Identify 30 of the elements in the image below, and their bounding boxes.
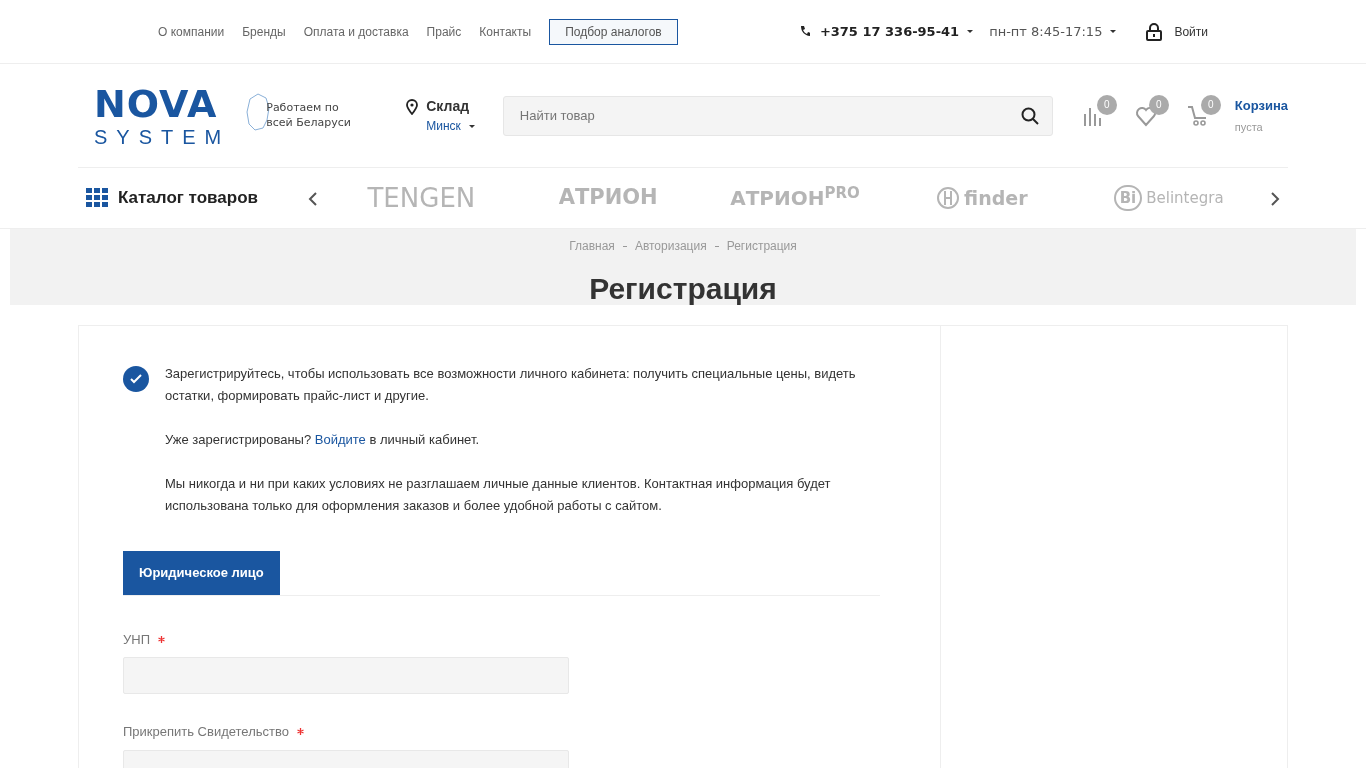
nav-link[interactable]: Контакты	[479, 22, 532, 41]
region-note: Работаем по всей Беларуси	[266, 101, 352, 130]
catalog-link[interactable]: Каталог товаров	[118, 185, 258, 211]
count-badge: 0	[1200, 94, 1221, 115]
nav-link[interactable]: Бренды	[242, 22, 286, 41]
count-badge: 0	[1096, 94, 1117, 115]
search-field[interactable]: Найти товар	[502, 95, 1053, 136]
analogs-button[interactable]: Подбор аналогов	[549, 18, 678, 45]
privacy-text: Мы никогда и ни при каких условиях не разглашаем личные данные клиентов. Контактная информация будет использована только для оформления заказов и более удобной работы с сайтом.	[165, 475, 832, 515]
warehouse-label: Склад	[426, 97, 470, 116]
cart-status: пуста	[1234, 120, 1264, 135]
cart-link[interactable]: Корзина	[1234, 95, 1288, 115]
phone-number[interactable]: +375 17 336-95-41	[819, 21, 960, 42]
nav-link[interactable]: Прайс	[426, 22, 462, 41]
logo-subtitle: SYSTEM	[94, 126, 231, 147]
city-selector[interactable]: Минск	[426, 117, 461, 135]
login-prompt: Уже зарегистрированы? Войдите в личный кабинет.	[165, 431, 480, 449]
login-link[interactable]: Войти	[1174, 22, 1208, 41]
intro-text: Зарегистрируйтесь, чтобы использовать все возможности личного кабинета: получить специальные цены, видеть остатки, формировать прайс-лист и другие.	[165, 365, 857, 405]
count-badge: 0	[1148, 94, 1169, 115]
tab[interactable]: Юридическое лицо	[123, 551, 280, 595]
logo-text: NOVA	[94, 84, 219, 123]
brand-mark: Bi	[1113, 184, 1143, 212]
field-label: УНП	[123, 630, 150, 649]
login-link[interactable]: Войдите	[314, 432, 366, 447]
field-label: Прикрепить Свидетельство	[123, 723, 289, 741]
page-title: Регистрация	[589, 271, 777, 307]
nav-link[interactable]: О компании	[158, 22, 225, 41]
nav-link[interactable]: Оплата и доставка	[303, 22, 409, 41]
working-hours[interactable]: пн-пт 8:45-17:15	[989, 21, 1103, 42]
